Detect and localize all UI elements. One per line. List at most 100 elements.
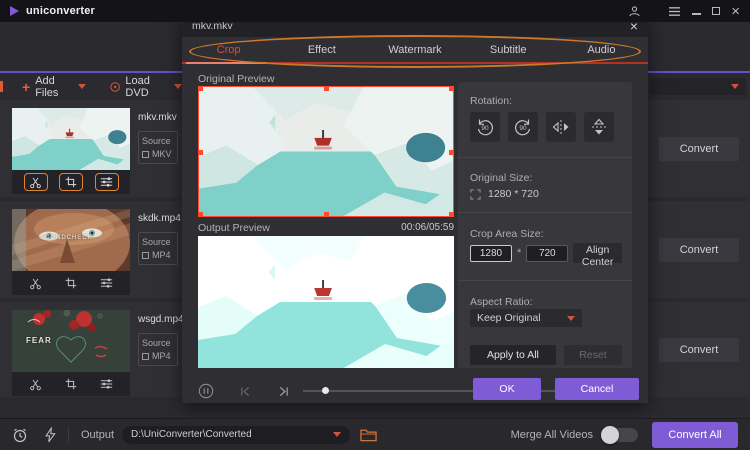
crop-settings-panel: Rotation: 90 90 Original Size: 1280 * 72… [458, 82, 632, 368]
active-tab-underline [186, 62, 266, 64]
title-bar: uniconverter × [0, 0, 750, 22]
flip-horizontal-button[interactable] [546, 112, 576, 142]
load-dvd-caret-icon[interactable] [174, 84, 182, 89]
bottombar-divider [68, 426, 69, 443]
minimize-button[interactable] [692, 13, 702, 15]
trim-scissors-icon[interactable] [24, 375, 48, 393]
tab-watermark[interactable]: Watermark [368, 37, 461, 62]
video-thumbnail-roses: FEAR [12, 310, 130, 372]
apply-reset-row: Apply to All Reset [470, 345, 622, 365]
high-speed-lightning-icon[interactable] [44, 426, 56, 443]
rotate-left-90-button[interactable]: 90 [470, 112, 500, 142]
format-label: MKV [152, 149, 172, 159]
add-files-caret-icon[interactable] [78, 84, 87, 89]
original-preview-label: Original Preview [198, 73, 275, 85]
trim-scissors-icon[interactable] [24, 274, 48, 292]
tab-crop[interactable]: Crop [182, 37, 275, 62]
source-label: Source [142, 136, 171, 146]
schedule-clock-icon[interactable] [12, 427, 28, 443]
convert-button[interactable]: Convert [659, 237, 739, 262]
pause-button[interactable] [198, 383, 214, 399]
aspect-ratio-value: Keep Original [477, 312, 541, 324]
output-preview-label: Output Preview [198, 222, 270, 234]
crop-area-size-label: Crop Area Size: [470, 228, 544, 240]
crop-icon[interactable] [59, 173, 83, 191]
reset-button[interactable]: Reset [563, 345, 622, 365]
convert-all-button[interactable]: Convert All [652, 421, 738, 448]
merge-all-videos-label: Merge All Videos [510, 428, 593, 441]
menu-icon[interactable] [668, 6, 681, 17]
file-meta: wsgd.mp4 Source MP4 [138, 314, 184, 366]
output-path-value: D:\UniConverter\Converted [131, 429, 252, 440]
merge-toggle-knob[interactable] [601, 425, 619, 444]
source-info: Source MKV [138, 131, 178, 164]
dimension-separator: * [517, 247, 522, 259]
aspect-ratio-caret-icon [567, 315, 575, 321]
effects-sliders-icon[interactable] [95, 375, 119, 393]
tab-audio[interactable]: Audio [555, 37, 648, 62]
plus-icon: + [22, 78, 31, 95]
previous-frame-icon[interactable] [239, 386, 252, 397]
panel-divider [458, 157, 632, 158]
crop-handle[interactable] [449, 149, 453, 155]
file-item-skdk[interactable]: SOUNDCHECK skdk.mp4 Source MP4 [0, 201, 182, 298]
file-name: skdk.mp4 [138, 213, 181, 224]
file-actions [12, 170, 130, 194]
tab-effect[interactable]: Effect [275, 37, 368, 62]
output-path-caret-icon [333, 432, 342, 437]
crop-handle[interactable] [199, 87, 203, 91]
crop-handle[interactable] [324, 212, 329, 216]
file-toolbar: + Add Files Load DVD [0, 73, 182, 100]
crop-handle[interactable] [199, 149, 203, 155]
user-account-icon[interactable] [628, 5, 641, 18]
original-preview[interactable] [198, 86, 454, 217]
panel-divider [458, 212, 632, 213]
ok-button[interactable]: OK [473, 378, 541, 400]
load-dvd-button[interactable]: Load DVD [110, 75, 182, 99]
crop-handle[interactable] [199, 212, 203, 216]
seek-slider-knob[interactable] [322, 387, 330, 394]
add-files-label: Add Files [35, 74, 59, 99]
open-output-folder-icon[interactable] [360, 428, 377, 442]
aspect-ratio-dropdown[interactable]: Keep Original [470, 309, 582, 327]
crop-dialog: mkv.mkv × Crop Effect Watermark Subtitle… [182, 15, 648, 403]
crop-handle[interactable] [324, 87, 329, 91]
rotate-right-90-button[interactable]: 90 [508, 112, 538, 142]
window-close-button[interactable]: × [731, 4, 740, 19]
toolbar-accent-mark [0, 81, 3, 92]
convert-button[interactable]: Convert [659, 337, 739, 362]
maximize-button[interactable] [712, 7, 721, 15]
panel-divider [458, 280, 632, 281]
convert-row: Convert [648, 302, 750, 397]
align-center-button[interactable]: Align Center [573, 243, 622, 268]
next-frame-icon[interactable] [277, 386, 290, 397]
convert-row: Convert [648, 100, 750, 197]
crop-handle[interactable] [449, 87, 453, 91]
svg-text:90: 90 [481, 125, 489, 132]
crop-width-input[interactable] [470, 244, 512, 262]
cancel-button[interactable]: Cancel [555, 378, 639, 400]
original-size-value: 1280 * 720 [488, 188, 539, 200]
video-thumbnail-face: SOUNDCHECK [12, 209, 130, 271]
file-item-wsgd[interactable]: FEAR wsgd.mp4 Source MP4 [0, 302, 184, 397]
tab-subtitle[interactable]: Subtitle [462, 37, 555, 62]
crop-icon[interactable] [59, 274, 83, 292]
flip-vertical-button[interactable] [584, 112, 614, 142]
output-label: Output [81, 428, 115, 441]
file-item-mkv[interactable]: mkv.mkv Source MKV [0, 100, 182, 197]
apply-to-all-button[interactable]: Apply to All [470, 345, 556, 365]
effects-sliders-icon[interactable] [94, 173, 119, 191]
crop-handle[interactable] [449, 212, 453, 216]
merge-toggle-switch[interactable] [601, 425, 638, 444]
convert-button[interactable]: Convert [659, 136, 739, 161]
aspect-ratio-label: Aspect Ratio: [470, 296, 533, 308]
svg-text:90: 90 [519, 125, 527, 132]
add-files-button[interactable]: + Add Files [22, 74, 87, 99]
effects-sliders-icon[interactable] [95, 274, 119, 292]
crop-icon[interactable] [59, 375, 83, 393]
trim-scissors-icon[interactable] [23, 173, 48, 191]
rotation-label: Rotation: [470, 95, 513, 107]
output-path-dropdown[interactable]: D:\UniConverter\Converted [122, 425, 351, 444]
crop-height-input[interactable] [526, 244, 569, 262]
output-format-dropdown[interactable] [650, 78, 746, 95]
